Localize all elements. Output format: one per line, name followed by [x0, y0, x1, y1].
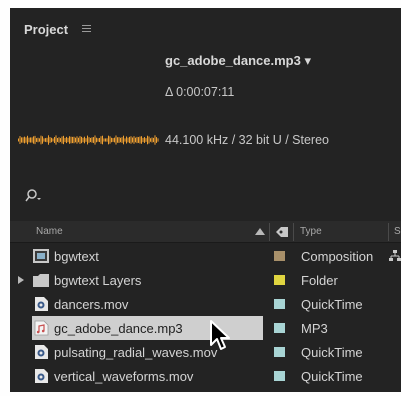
- column-type-header[interactable]: Type: [300, 226, 322, 237]
- label-color-swatch[interactable]: [274, 347, 285, 357]
- item-type: QuickTime: [301, 345, 363, 360]
- flowchart-icon[interactable]: [389, 250, 401, 262]
- label-color-swatch[interactable]: [274, 299, 285, 309]
- column-divider[interactable]: [293, 223, 294, 241]
- list-item[interactable]: pulsating_radial_waves.mov QuickTime: [10, 340, 401, 364]
- label-color-swatch[interactable]: [274, 275, 285, 285]
- item-name: gc_adobe_dance.mp3: [54, 321, 183, 336]
- quicktime-file-icon: [35, 369, 48, 383]
- waveform-thumbnail: [18, 135, 159, 145]
- sort-ascending-icon[interactable]: [255, 228, 265, 235]
- item-type: Composition: [301, 249, 374, 264]
- search-bar[interactable]: [10, 184, 401, 210]
- expand-arrow-icon[interactable]: [18, 276, 24, 284]
- panel-title[interactable]: Project: [24, 22, 68, 37]
- hamburger-menu-icon[interactable]: [82, 25, 91, 33]
- column-divider[interactable]: [269, 223, 270, 241]
- list-item[interactable]: dancers.mov QuickTime: [10, 292, 401, 316]
- composition-icon: [33, 249, 49, 263]
- preview-file-name[interactable]: gc_adobe_dance.mp3 ▾: [165, 53, 311, 69]
- column-divider[interactable]: [388, 223, 389, 241]
- quicktime-file-icon: [35, 345, 48, 359]
- column-header: Name Type S: [10, 221, 401, 243]
- column-extra-header[interactable]: S: [394, 226, 401, 237]
- mouse-pointer-icon: [210, 320, 230, 350]
- list-item[interactable]: bgwtext Layers Folder: [10, 268, 401, 292]
- list-item[interactable]: bgwtext Composition: [10, 244, 401, 268]
- column-name-header[interactable]: Name: [36, 226, 63, 237]
- item-name: bgwtext: [54, 249, 99, 264]
- search-icon[interactable]: [24, 188, 42, 202]
- label-color-swatch[interactable]: [274, 323, 285, 333]
- preview-audio-info: 44.100 kHz / 32 bit U / Stereo: [165, 133, 329, 147]
- item-name: pulsating_radial_waves.mov: [54, 345, 218, 360]
- label-color-swatch[interactable]: [274, 251, 285, 261]
- quicktime-file-icon: [35, 297, 48, 311]
- label-tag-icon[interactable]: [275, 226, 289, 238]
- item-name: vertical_waveforms.mov: [54, 369, 194, 384]
- item-type: QuickTime: [301, 297, 363, 312]
- label-color-swatch[interactable]: [274, 371, 285, 381]
- list-item[interactable]: gc_adobe_dance.mp3 MP3: [10, 316, 401, 340]
- project-panel: Project gc_adobe_dance.mp3 ▾ Δ 0:00:07:1…: [10, 8, 401, 392]
- preview-duration: Δ 0:00:07:11: [165, 85, 235, 99]
- audio-file-icon: [34, 320, 49, 336]
- list-item[interactable]: vertical_waveforms.mov QuickTime: [10, 364, 401, 388]
- item-name: dancers.mov: [54, 297, 129, 312]
- item-type: QuickTime: [301, 369, 363, 384]
- item-type: Folder: [301, 273, 338, 288]
- panel-header: Project: [10, 8, 401, 52]
- item-name: bgwtext Layers: [54, 273, 142, 288]
- item-type: MP3: [301, 321, 328, 336]
- folder-icon: [33, 274, 49, 287]
